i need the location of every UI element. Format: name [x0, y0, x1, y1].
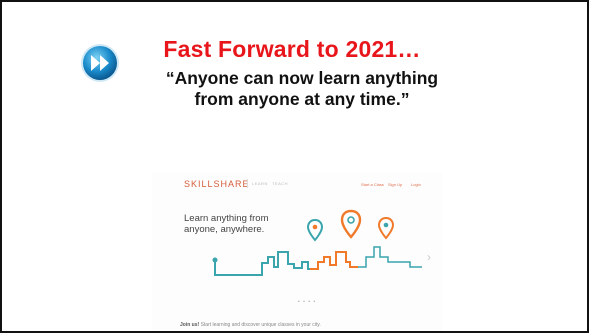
website-screenshot: SKILLSHARE LEARN TEACH Start a Class Sig… — [152, 172, 442, 331]
slide-title: Fast Forward to 2021… — [163, 36, 421, 62]
small-orange-map-pin — [377, 216, 395, 240]
teal-skyline-line-2 — [358, 246, 422, 268]
footer-join-rest: Start learning and discover unique class… — [200, 322, 321, 328]
slide: Fast Forward to 2021… “Anyone can now le… — [0, 0, 589, 333]
city-skyline-illustration — [212, 209, 422, 276]
carousel-dots[interactable]: • • • • — [298, 299, 316, 305]
orange-map-pin — [340, 209, 362, 239]
orange-skyline-line — [310, 251, 358, 270]
footer-join-text: Join us! Start learning and discover uni… — [180, 322, 321, 328]
slide-quote: “Anyone can now learn anything from anyo… — [165, 68, 439, 109]
teal-map-pin — [306, 218, 324, 242]
fast-forward-icon[interactable] — [80, 43, 120, 83]
carousel-next-arrow[interactable]: › — [427, 250, 431, 264]
teal-start-dot — [212, 257, 218, 263]
teal-skyline-line — [214, 251, 314, 276]
footer-join-bold: Join us! — [180, 322, 200, 328]
